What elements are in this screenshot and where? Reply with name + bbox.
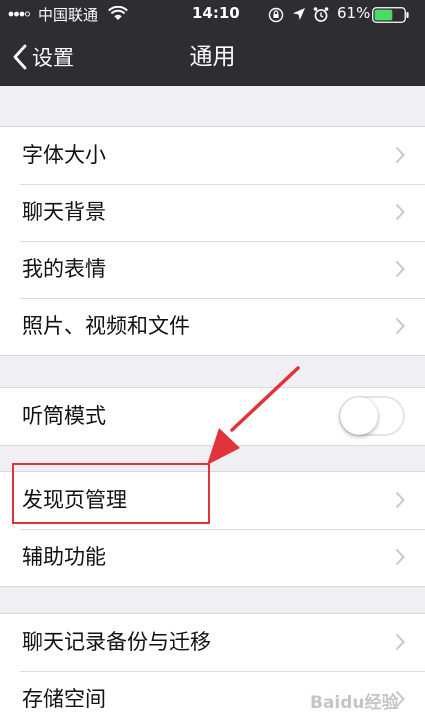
- annotation-arrow: [207, 366, 300, 465]
- baidu-watermark: Baidu经验: [310, 693, 399, 713]
